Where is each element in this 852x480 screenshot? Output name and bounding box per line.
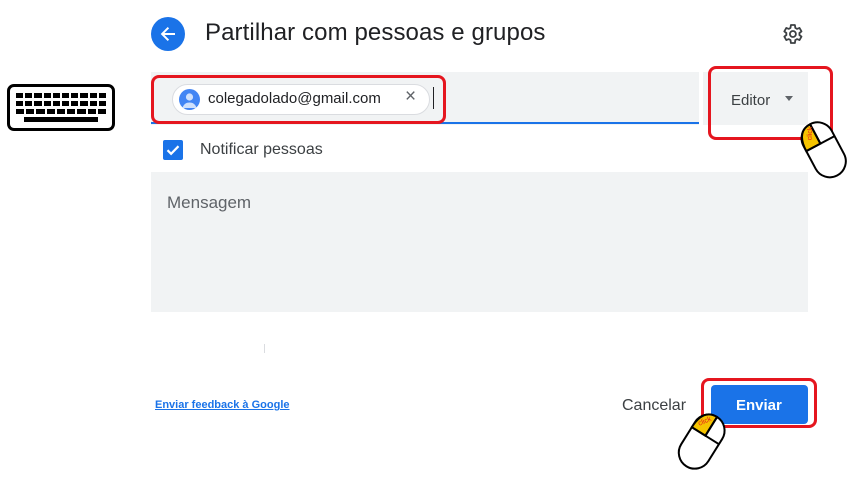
mouse-click-icon: click (677, 413, 726, 470)
arrow-back-icon (160, 27, 175, 41)
feedback-link[interactable]: Enviar feedback à Google (155, 399, 290, 411)
message-placeholder: Mensagem (167, 193, 252, 212)
notify-checkbox[interactable] (163, 140, 183, 160)
dialog-title: Partilhar com pessoas e grupos (205, 19, 546, 46)
gear-icon[interactable] (780, 22, 804, 46)
mouse-click-label: click (807, 126, 814, 140)
keyboard-icon (7, 84, 115, 131)
highlight-box-recipients (151, 75, 446, 124)
divider-tick (264, 344, 265, 353)
mouse-click-icon: click (800, 121, 847, 179)
back-button[interactable] (151, 17, 185, 51)
checkmark-icon (166, 145, 180, 156)
notify-label: Notificar pessoas (200, 141, 323, 158)
